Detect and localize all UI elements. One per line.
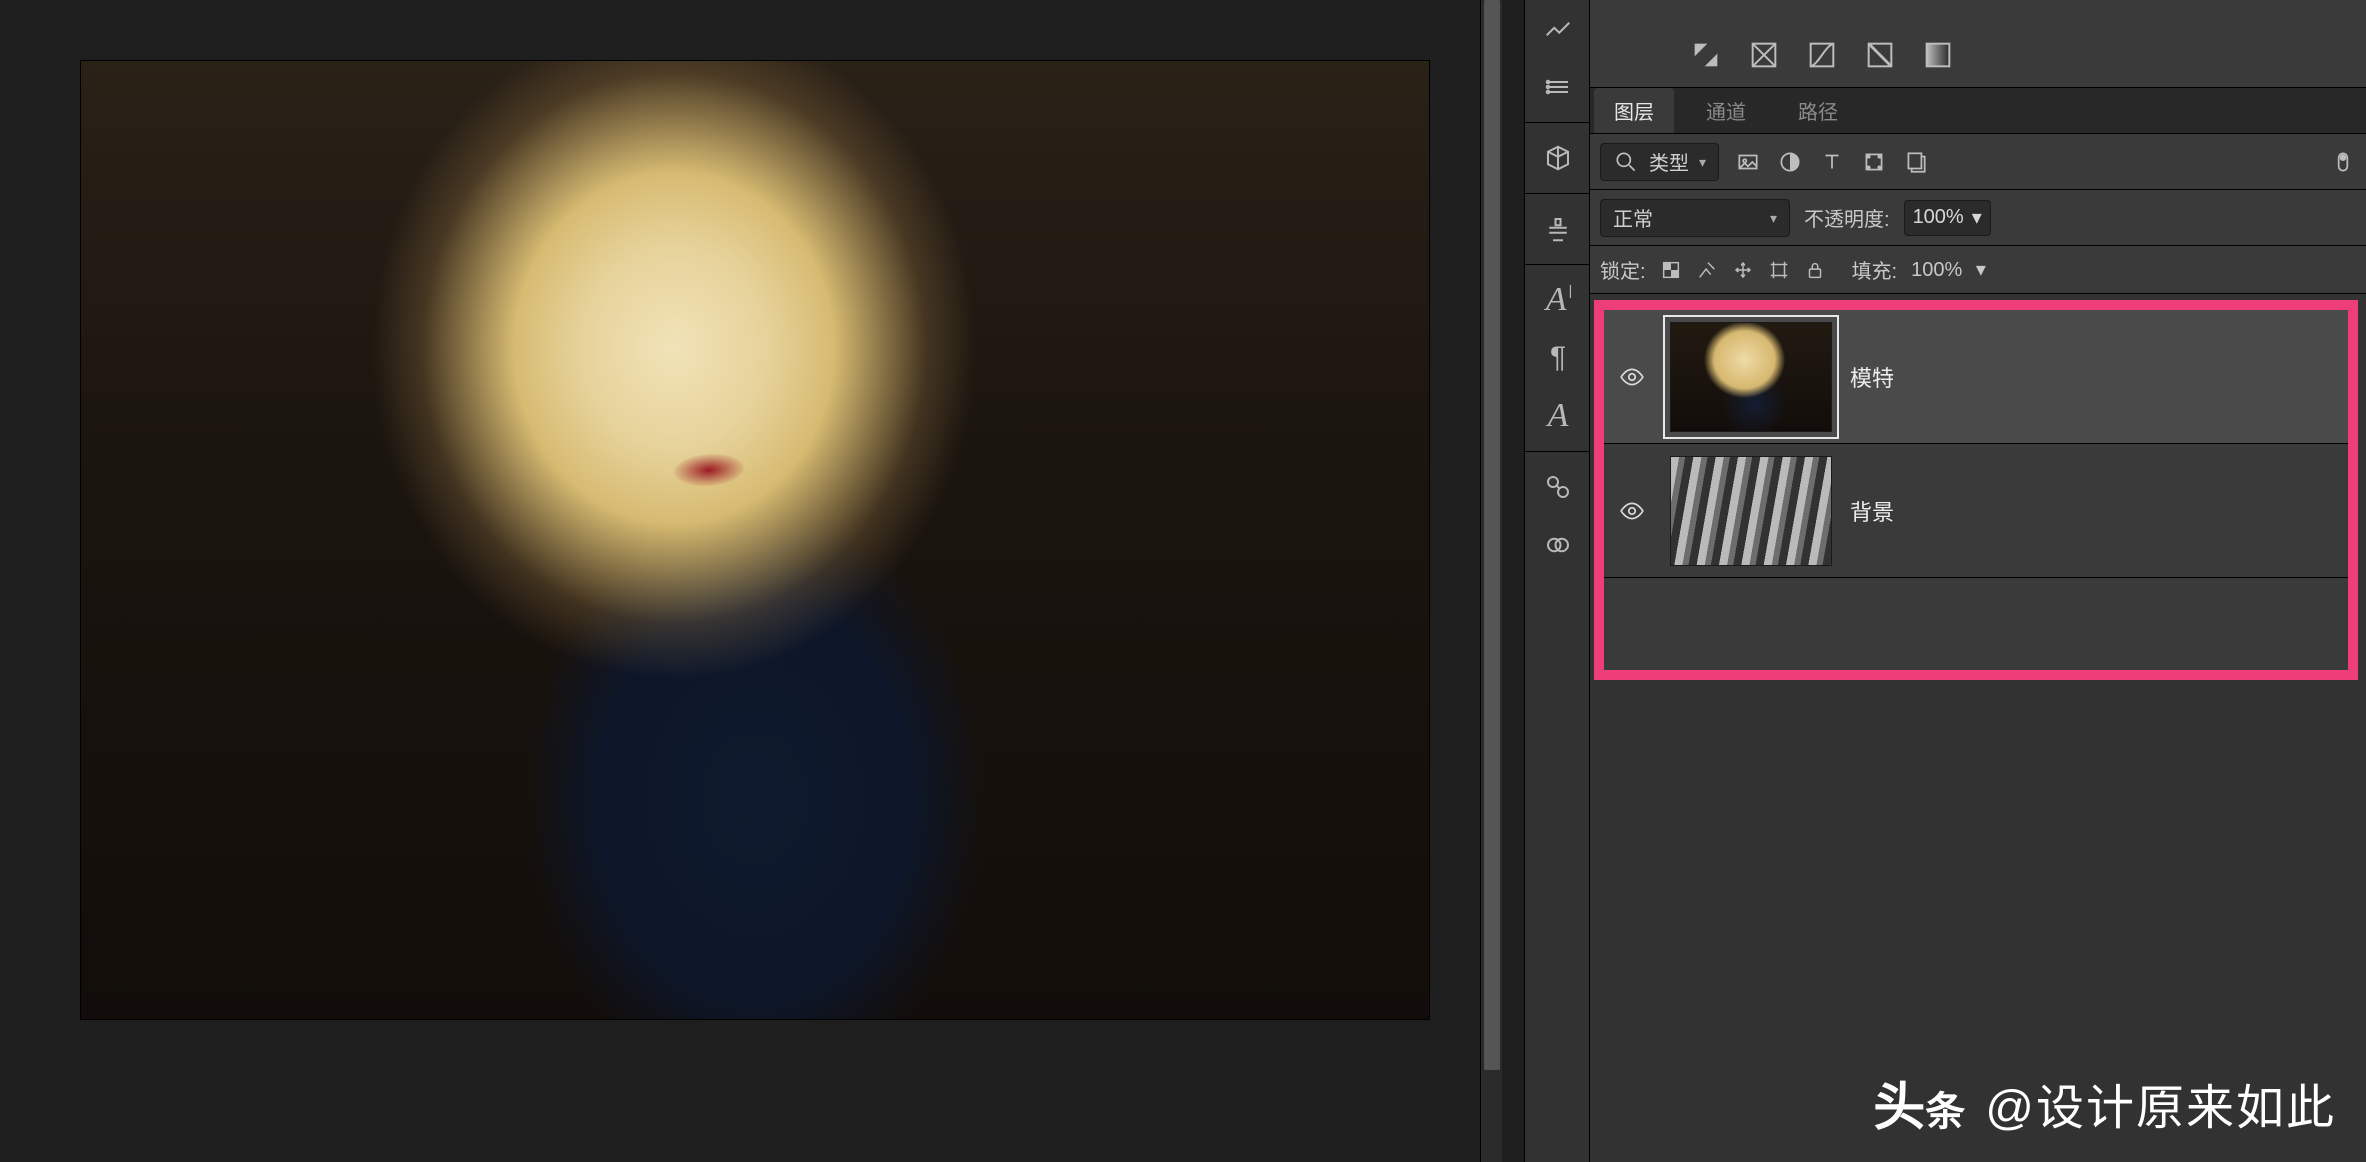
lock-transparency-icon[interactable] (1660, 259, 1682, 281)
layer-kind-label: 类型 (1649, 147, 1689, 176)
blend-mode-value: 正常 (1613, 203, 1653, 232)
document-canvas[interactable] (80, 60, 1430, 1020)
watermark: 头条 @设计原来如此 (1873, 1065, 2336, 1140)
chevron-down-icon: ▾ (1972, 205, 1982, 230)
scrollbar-thumb[interactable] (1484, 0, 1500, 1070)
adjustment-brightness-icon[interactable] (1688, 37, 1724, 73)
adjustment-levels-icon[interactable] (1746, 37, 1782, 73)
layer-kind-select[interactable]: 类型 ▾ (1600, 143, 1719, 181)
filter-pixel-icon[interactable] (1735, 149, 1761, 175)
color-panel-icon[interactable] (1525, 0, 1591, 58)
fill-value-field[interactable]: 100% ▾ (1911, 257, 1986, 282)
clone-source-panel-icon[interactable] (1525, 200, 1591, 258)
eye-icon (1619, 498, 1645, 524)
lock-image-icon[interactable] (1696, 259, 1718, 281)
watermark-handle: @设计原来如此 (1985, 1068, 2336, 1138)
character-panel-icon[interactable]: A| (1525, 271, 1591, 329)
3d-panel-icon[interactable] (1525, 129, 1591, 187)
filter-adjustment-icon[interactable] (1777, 149, 1803, 175)
lock-fill-row: 锁定: 填充: 100% ▾ (1590, 246, 2366, 294)
layer-name[interactable]: 模特 (1850, 361, 1894, 393)
layer-thumbnail[interactable] (1670, 456, 1832, 566)
glyphs-panel-icon[interactable]: A (1525, 387, 1591, 445)
layer-visibility-toggle[interactable] (1612, 498, 1652, 524)
adjustments-icon-row (1590, 0, 2366, 88)
libraries-link-icon[interactable] (1525, 458, 1591, 516)
eye-icon (1619, 364, 1645, 390)
layer-filter-row: 类型 ▾ (1590, 134, 2366, 190)
opacity-value-field[interactable]: 100% ▾ (1904, 200, 1991, 236)
paragraph-panel-icon[interactable]: ¶ (1525, 329, 1591, 387)
tab-channels[interactable]: 通道 (1686, 88, 1766, 133)
adjustment-gradient-icon[interactable] (1920, 37, 1956, 73)
vertical-scrollbar[interactable] (1480, 0, 1502, 1162)
layer-visibility-toggle[interactable] (1612, 364, 1652, 390)
search-icon (1613, 149, 1639, 175)
layer-name[interactable]: 背景 (1850, 495, 1894, 527)
opacity-label: 不透明度: (1804, 203, 1890, 232)
watermark-logo: 头条 (1873, 1065, 1967, 1140)
chevron-down-icon: ▾ (1770, 211, 1777, 225)
right-panels: 图层 通道 路径 类型 ▾ 正常 ▾ 不透明度: 100% ▾ 锁定: (1590, 88, 2366, 1162)
filter-smartobject-icon[interactable] (1903, 149, 1929, 175)
adjustment-curves-icon[interactable] (1804, 37, 1840, 73)
blend-opacity-row: 正常 ▾ 不透明度: 100% ▾ (1590, 190, 2366, 246)
chevron-down-icon: ▾ (1976, 259, 1986, 281)
chevron-down-icon: ▾ (1699, 155, 1706, 169)
layers-empty-area (1604, 578, 2348, 670)
tab-paths[interactable]: 路径 (1778, 88, 1858, 133)
layer-thumbnail[interactable] (1670, 322, 1832, 432)
fill-label: 填充: (1852, 255, 1898, 284)
panel-tabs: 图层 通道 路径 (1590, 88, 2366, 134)
lock-position-icon[interactable] (1732, 259, 1754, 281)
tab-layers[interactable]: 图层 (1594, 88, 1674, 133)
filter-type-icon[interactable] (1819, 149, 1845, 175)
swatches-panel-icon[interactable] (1525, 58, 1591, 116)
canvas-area (0, 0, 1502, 1162)
lock-all-icon[interactable] (1804, 259, 1826, 281)
filter-toggle-switch[interactable] (2330, 149, 2356, 175)
layers-list-highlight: 模特 背景 (1594, 300, 2358, 680)
lock-label: 锁定: (1600, 255, 1646, 284)
lock-artboard-icon[interactable] (1768, 259, 1790, 281)
cc-libraries-icon[interactable] (1525, 516, 1591, 574)
layer-row[interactable]: 背景 (1604, 444, 2348, 578)
adjustment-exposure-icon[interactable] (1862, 37, 1898, 73)
collapsed-panels-column: A| ¶ A (1524, 0, 1590, 1162)
layer-row[interactable]: 模特 (1604, 310, 2348, 444)
filter-shape-icon[interactable] (1861, 149, 1887, 175)
blend-mode-select[interactable]: 正常 ▾ (1600, 199, 1790, 237)
